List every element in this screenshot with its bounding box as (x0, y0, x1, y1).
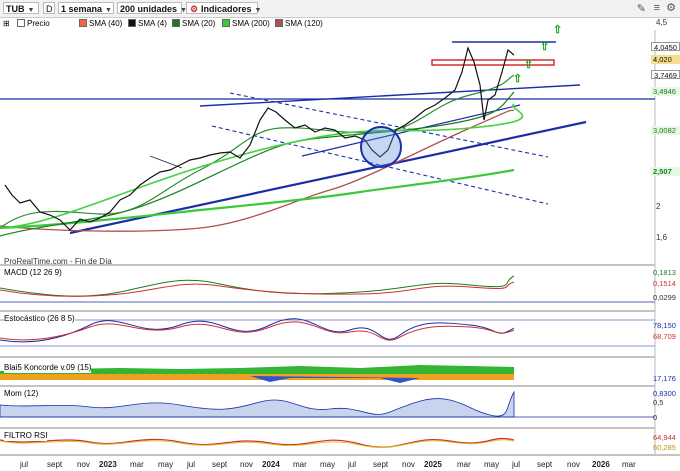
x-tick: 2024 (262, 460, 280, 469)
macd-signal-tag: 0,1514 (653, 279, 676, 288)
momentum-tag: 0,8300 (653, 389, 676, 398)
x-tick: jul (187, 460, 196, 469)
x-tick: nov (77, 460, 90, 469)
y-tick: 4,5 (656, 18, 668, 27)
rsi-filter-tag: 60,285 (653, 443, 676, 452)
up-arrow-icon: ⇧ (540, 41, 549, 53)
stoch-k-line[interactable] (0, 318, 515, 343)
momentum-area[interactable] (0, 390, 515, 418)
price-tag-sma40: 3,0082 (651, 126, 680, 135)
price-series[interactable] (4, 46, 515, 231)
stoch-d-line[interactable] (0, 321, 515, 341)
x-tick: sept (373, 460, 389, 469)
stoch-k-tag: 78,150 (653, 321, 676, 330)
koncorde-tag: 17,176 (653, 374, 676, 383)
up-arrow-icon: ⇧ (553, 24, 562, 36)
macd-label[interactable]: MACD (12 26 9) (4, 268, 62, 278)
highlight-circle[interactable] (360, 126, 402, 168)
x-tick: jul (512, 460, 521, 469)
price-tag-top: 4,0450 (651, 42, 680, 52)
x-tick: may (320, 460, 336, 469)
stoch-d-tag: 68,709 (653, 332, 676, 341)
x-tick: may (484, 460, 500, 469)
x-tick: 2025 (424, 460, 442, 469)
x-tick: mar (622, 460, 636, 469)
price-tag-sma200: 2,507 (651, 167, 680, 176)
x-tick: jul (20, 460, 29, 469)
x-tick: mar (293, 460, 307, 469)
x-tick: sept (212, 460, 228, 469)
macd-tag: 0,1813 (653, 268, 676, 277)
upper-trendline[interactable] (199, 84, 581, 107)
y-tick: 1,6 (656, 233, 668, 242)
stoch-label[interactable]: Estocástico (26 8 5) (4, 314, 75, 324)
koncorde-label[interactable]: Blai5 Koncorde v.09 (15) (4, 363, 92, 373)
x-tick: sept (537, 460, 553, 469)
price-tag-sma4: 3,7469 (651, 70, 680, 80)
macd-signal-line[interactable] (0, 281, 515, 297)
momentum-label[interactable]: Mom (12) (4, 389, 39, 399)
sma200-line[interactable] (0, 168, 515, 230)
sma40-line[interactable] (0, 91, 515, 237)
x-tick: nov (240, 460, 253, 469)
up-arrow-icon: ⇧ (513, 73, 522, 85)
momentum-zero-tag: 0 (653, 413, 658, 422)
x-tick: may (158, 460, 174, 469)
x-tick: nov (567, 460, 580, 469)
up-arrow-icon: ⇧ (524, 59, 533, 71)
momentum-mid-tag: 0,5 (653, 398, 664, 407)
macd-hist-tag: 0,0299 (653, 293, 676, 302)
rsi-tag: 64,944 (653, 433, 676, 442)
x-tick: mar (457, 460, 471, 469)
y-tick: 2 (656, 202, 661, 211)
x-tick: mar (130, 460, 144, 469)
watermark: ProRealTime.com - Fin de Día (4, 257, 112, 266)
x-tick: sept (47, 460, 63, 469)
rsi-label[interactable]: FILTRO RSI (4, 431, 48, 441)
x-tick: 2023 (99, 460, 117, 469)
x-tick: nov (402, 460, 415, 469)
price-tag-sma20: 3,4946 (651, 87, 680, 96)
x-tick: 2026 (592, 460, 610, 469)
x-tick: jul (348, 460, 357, 469)
price-tag-last: 4,020 (651, 55, 680, 64)
chart-canvas[interactable]: ⇧ ⇧ ⇧ ⇧ (0, 0, 680, 471)
resistance-zone[interactable] (431, 59, 555, 66)
